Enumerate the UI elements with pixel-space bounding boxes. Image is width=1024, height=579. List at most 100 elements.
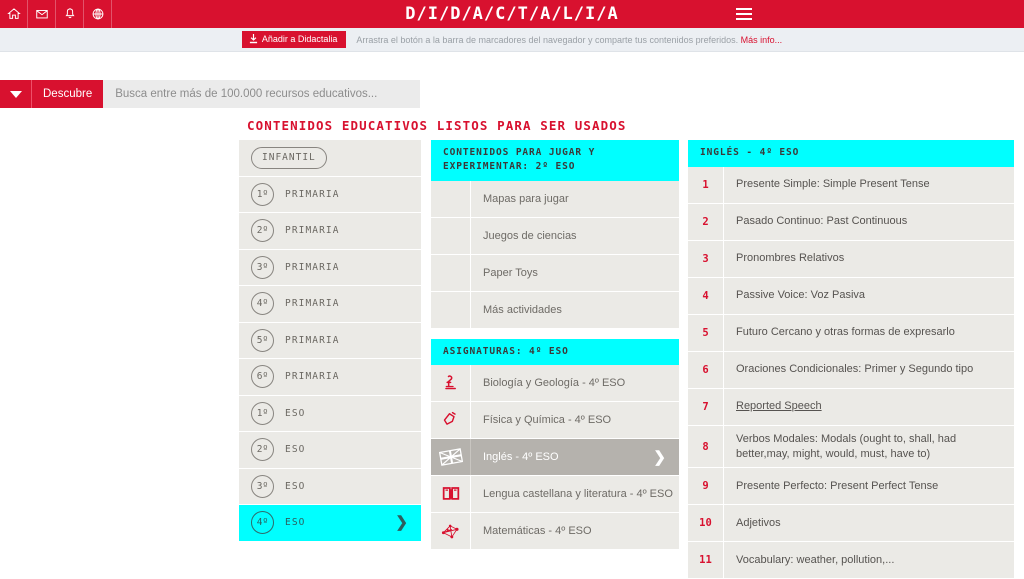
discover-dropdown-toggle[interactable] — [0, 80, 32, 108]
game-item-mapas[interactable]: Mapas para jugar — [431, 180, 679, 218]
hamburger-line — [736, 13, 752, 15]
topic-link[interactable]: Pronombres Relativos — [724, 241, 1014, 277]
top-bar: D/I/D/A/C/T/A/L/I/A — [0, 0, 1024, 28]
bookmarklet-bar: Añadir a Didactalia Arrastra el botón a … — [0, 28, 1024, 52]
download-icon — [249, 34, 257, 44]
topics-column: INGLÉS - 4º ESO 1 Presente Simple: Simpl… — [688, 140, 1014, 579]
bell-icon[interactable] — [56, 0, 84, 28]
topic-link[interactable]: Oraciones Condicionales: Primer y Segund… — [724, 352, 1014, 388]
level-badge: 1º — [251, 401, 274, 425]
topic-row[interactable]: 11 Vocabulary: weather, pollution,... — [688, 542, 1014, 579]
flask-icon — [431, 402, 471, 439]
menu-hamburger-icon[interactable] — [736, 5, 754, 23]
middle-column: CONTENIDOS PARA JUGAR Y EXPERIMENTAR: 2º… — [431, 140, 679, 551]
topic-link[interactable]: Futuro Cercano y otras formas de expresa… — [724, 315, 1014, 351]
subject-item-lengua[interactable]: Lengua castellana y literatura - 4º ESO — [431, 476, 679, 514]
game-label: Más actividades — [483, 303, 562, 316]
game-item-papertoys[interactable]: Paper Toys — [431, 254, 679, 292]
topic-label: Presente Perfecto: Present Perfect Tense — [736, 480, 939, 493]
topic-link[interactable]: Pasado Continuo: Past Continuous — [724, 204, 1014, 240]
level-item-2-primaria[interactable]: 2º PRIMARIA — [239, 213, 421, 250]
bookmarklet-hint: Arrastra el botón a la barra de marcador… — [356, 35, 782, 45]
topic-link[interactable]: Passive Voice: Voz Pasiva — [724, 278, 1014, 314]
topic-number: 8 — [688, 425, 724, 468]
level-item-4-eso[interactable]: 4º ESO ❯ — [239, 505, 421, 542]
globe-icon[interactable] — [84, 0, 112, 28]
level-label: ESO — [285, 444, 306, 456]
home-icon[interactable] — [0, 0, 28, 28]
subject-label: Biología y Geología - 4º ESO — [483, 377, 626, 390]
topic-link[interactable]: Vocabulary: weather, pollution,... — [724, 542, 1014, 578]
topic-row[interactable]: 6 Oraciones Condicionales: Primer y Segu… — [688, 351, 1014, 389]
topic-link[interactable]: Presente Simple: Simple Present Tense — [724, 167, 1014, 203]
site-logo[interactable]: D/I/D/A/C/T/A/L/I/A — [0, 4, 1024, 24]
game-label: Juegos de ciencias — [483, 229, 577, 242]
level-item-3-eso[interactable]: 3º ESO — [239, 468, 421, 505]
topic-label: Adjetivos — [736, 517, 781, 530]
subject-item-ingles[interactable]: Inglés - 4º ESO ❯ — [431, 439, 679, 477]
subject-item-matematicas[interactable]: Matemáticas - 4º ESO — [431, 513, 679, 551]
topic-row[interactable]: 1 Presente Simple: Simple Present Tense — [688, 166, 1014, 204]
topic-number: 10 — [688, 505, 724, 542]
more-info-link[interactable]: Más info... — [741, 35, 783, 45]
level-item-4-primaria[interactable]: 4º PRIMARIA — [239, 286, 421, 323]
level-badge: INFANTIL — [251, 146, 327, 169]
topic-label: Pronombres Relativos — [736, 252, 845, 265]
topic-link[interactable]: Verbos Modales: Modals (ought to, shall,… — [724, 426, 1014, 468]
open-book-icon — [431, 476, 471, 513]
topic-link[interactable]: Presente Perfecto: Present Perfect Tense — [724, 468, 1014, 504]
topic-row[interactable]: 10 Adjetivos — [688, 505, 1014, 543]
topic-number: 6 — [688, 351, 724, 388]
level-label: PRIMARIA — [285, 371, 340, 383]
level-label: PRIMARIA — [285, 225, 340, 237]
game-icon-placeholder — [431, 217, 471, 254]
topic-number: 9 — [688, 468, 724, 505]
hamburger-line — [736, 8, 752, 10]
chevron-right-icon: ❯ — [653, 448, 666, 466]
topic-link[interactable]: Adjetivos — [724, 505, 1014, 541]
discover-button[interactable]: Descubre — [32, 80, 104, 108]
level-label: ESO — [285, 517, 306, 529]
hamburger-line — [736, 18, 752, 20]
subjects-section-header: ASIGNATURAS: 4º ESO — [431, 338, 679, 366]
topic-number: 3 — [688, 240, 724, 277]
topic-label: Pasado Continuo: Past Continuous — [736, 215, 908, 228]
level-item-1-eso[interactable]: 1º ESO — [239, 395, 421, 432]
level-label: PRIMARIA — [285, 334, 340, 346]
add-to-didactalia-label: Añadir a Didactalia — [261, 34, 338, 44]
level-item-5-primaria[interactable]: 5º PRIMARIA — [239, 322, 421, 359]
topic-number: 4 — [688, 277, 724, 314]
topic-number: 7 — [688, 388, 724, 425]
level-item-3-primaria[interactable]: 3º PRIMARIA — [239, 249, 421, 286]
topic-row[interactable]: 9 Presente Perfecto: Present Perfect Ten… — [688, 468, 1014, 506]
subject-item-fisica-quimica[interactable]: Física y Química - 4º ESO — [431, 402, 679, 440]
level-label: PRIMARIA — [285, 298, 340, 310]
level-item-6-primaria[interactable]: 6º PRIMARIA — [239, 359, 421, 396]
topic-label: Vocabulary: weather, pollution,... — [736, 554, 895, 567]
level-badge: 1º — [251, 182, 274, 206]
topic-link[interactable]: Reported Speech — [724, 389, 1014, 425]
subject-label: Inglés - 4º ESO ❯ — [471, 439, 679, 475]
level-item-infantil[interactable]: INFANTIL — [239, 140, 421, 177]
add-to-didactalia-button[interactable]: Añadir a Didactalia — [241, 31, 347, 48]
level-badge: 5º — [251, 328, 274, 352]
level-item-2-eso[interactable]: 2º ESO — [239, 432, 421, 469]
level-badge: 4º — [251, 511, 274, 535]
topic-row[interactable]: 4 Passive Voice: Voz Pasiva — [688, 277, 1014, 315]
subject-item-biologia[interactable]: Biología y Geología - 4º ESO — [431, 365, 679, 403]
search-input[interactable] — [103, 80, 420, 108]
topic-number: 11 — [688, 542, 724, 579]
game-item-ciencias[interactable]: Juegos de ciencias — [431, 217, 679, 255]
topic-number: 1 — [688, 166, 724, 203]
topic-row[interactable]: 7 Reported Speech — [688, 388, 1014, 426]
mail-icon[interactable] — [28, 0, 56, 28]
subject-label: Lengua castellana y literatura - 4º ESO — [483, 488, 673, 501]
topic-row[interactable]: 2 Pasado Continuo: Past Continuous — [688, 203, 1014, 241]
level-item-1-primaria[interactable]: 1º PRIMARIA — [239, 176, 421, 213]
subject-label: Matemáticas - 4º ESO — [483, 525, 592, 538]
topic-row[interactable]: 3 Pronombres Relativos — [688, 240, 1014, 278]
level-badge: 6º — [251, 365, 274, 389]
topic-row[interactable]: 5 Futuro Cercano y otras formas de expre… — [688, 314, 1014, 352]
topic-row[interactable]: 8 Verbos Modales: Modals (ought to, shal… — [688, 425, 1014, 469]
game-item-mas-actividades[interactable]: Más actividades — [431, 291, 679, 329]
